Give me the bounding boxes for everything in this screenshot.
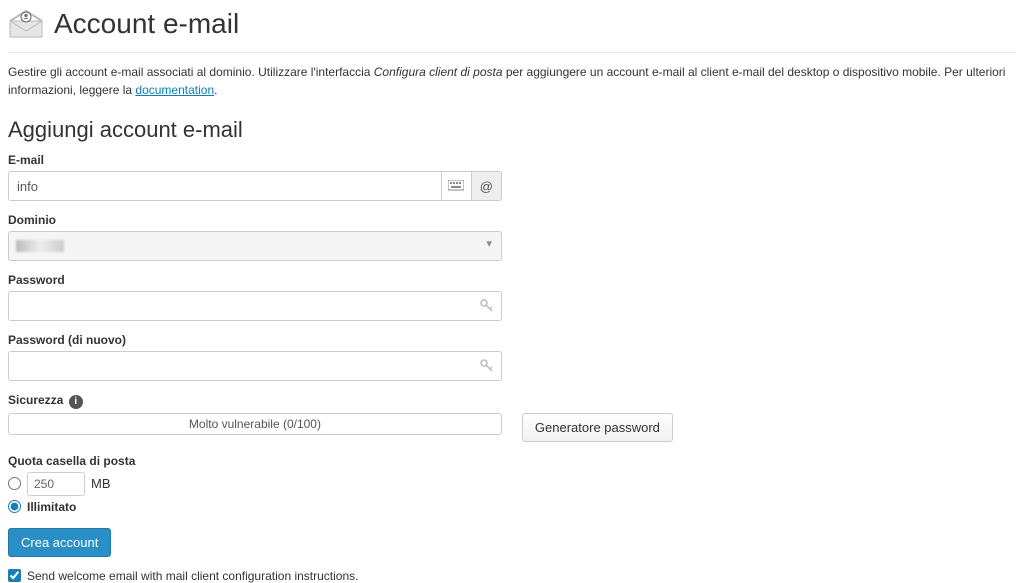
key-icon xyxy=(480,299,494,313)
welcome-email-checkbox[interactable] xyxy=(8,569,21,582)
email-row: E-mail @ xyxy=(8,153,502,201)
info-icon[interactable]: i xyxy=(69,395,83,409)
password-input[interactable] xyxy=(8,291,502,321)
quota-label: Quota casella di posta xyxy=(8,454,1016,468)
page-header: Account e-mail xyxy=(8,0,1016,53)
password-row: Password xyxy=(8,273,502,321)
quota-unit: MB xyxy=(91,476,111,491)
documentation-link[interactable]: documentation xyxy=(135,83,214,97)
security-row: Sicurezza i Molto vulnerabile (0/100) Ge… xyxy=(8,393,1016,442)
key-icon xyxy=(480,359,494,373)
domain-value-redacted xyxy=(16,240,64,252)
intro-text: Gestire gli account e-mail associati al … xyxy=(8,63,1016,99)
quota-row: Quota casella di posta MB Illimitato xyxy=(8,454,1016,514)
email-input[interactable] xyxy=(8,171,442,201)
keyboard-icon[interactable] xyxy=(442,171,472,201)
security-label-text: Sicurezza xyxy=(8,393,63,407)
intro-post: . xyxy=(214,83,217,97)
domain-row: Dominio xyxy=(8,213,502,261)
intro-em: Configura client di posta xyxy=(374,65,503,79)
password-label: Password xyxy=(8,273,502,287)
email-account-icon xyxy=(8,9,44,39)
welcome-email-label: Send welcome email with mail client conf… xyxy=(27,569,358,583)
password-confirm-row: Password (di nuovo) xyxy=(8,333,502,381)
section-title: Aggiungi account e-mail xyxy=(8,117,1016,143)
password-strength-meter: Molto vulnerabile (0/100) xyxy=(8,413,502,435)
page-title: Account e-mail xyxy=(54,8,239,40)
quota-size-input[interactable] xyxy=(27,472,85,496)
password-confirm-input[interactable] xyxy=(8,351,502,381)
email-label: E-mail xyxy=(8,153,502,167)
intro-pre: Gestire gli account e-mail associati al … xyxy=(8,65,374,79)
quota-size-radio[interactable] xyxy=(8,477,21,490)
password-confirm-label: Password (di nuovo) xyxy=(8,333,502,347)
quota-unlimited-radio[interactable] xyxy=(8,500,21,513)
at-addon: @ xyxy=(472,171,502,201)
domain-select[interactable] xyxy=(8,231,502,261)
domain-label: Dominio xyxy=(8,213,502,227)
quota-unlimited-label: Illimitato xyxy=(27,500,76,514)
password-generator-button[interactable]: Generatore password xyxy=(522,413,673,442)
create-account-button[interactable]: Crea account xyxy=(8,528,111,557)
security-label: Sicurezza i xyxy=(8,393,1016,409)
